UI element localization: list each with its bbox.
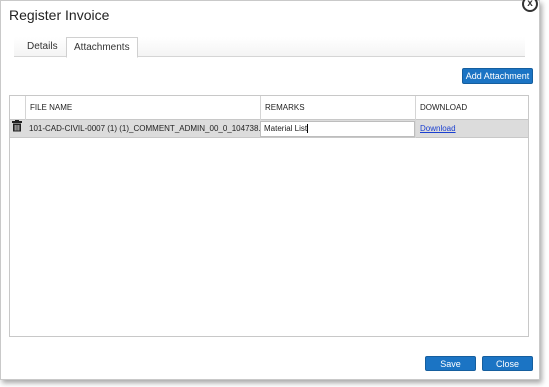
attachments-table: FILE NAME REMARKS DOWNLOAD 101-CAD-CIVIL… <box>9 95 529 337</box>
trash-icon[interactable] <box>10 120 25 138</box>
dialog-title: Register Invoice <box>9 7 110 23</box>
remarks-value: Material List <box>264 124 308 133</box>
add-attachment-button[interactable]: Add Attachment <box>462 68 533 84</box>
text-cursor <box>307 124 309 134</box>
remarks-input[interactable]: Material List <box>260 121 415 137</box>
download-cell: Download <box>415 120 528 138</box>
table-header: FILE NAME REMARKS DOWNLOAD <box>10 96 528 120</box>
tab-bar: Details Attachments <box>14 37 525 58</box>
save-button[interactable]: Save <box>425 356 476 371</box>
tab-details[interactable]: Details <box>20 37 65 58</box>
header-file-name: FILE NAME <box>25 96 260 120</box>
close-button[interactable]: Close <box>482 356 533 371</box>
table-row[interactable]: 101-CAD-CIVIL-0007 (1) (1)_COMMENT_ADMIN… <box>10 120 528 138</box>
download-link[interactable]: Download <box>420 124 456 133</box>
header-download: DOWNLOAD <box>415 96 528 120</box>
file-name-cell: 101-CAD-CIVIL-0007 (1) (1)_COMMENT_ADMIN… <box>29 124 260 133</box>
register-invoice-dialog: Register Invoice Details Attachments Add… <box>0 0 540 380</box>
header-remarks: REMARKS <box>260 96 415 120</box>
tab-attachments[interactable]: Attachments <box>66 37 138 58</box>
header-action-column <box>10 96 25 120</box>
